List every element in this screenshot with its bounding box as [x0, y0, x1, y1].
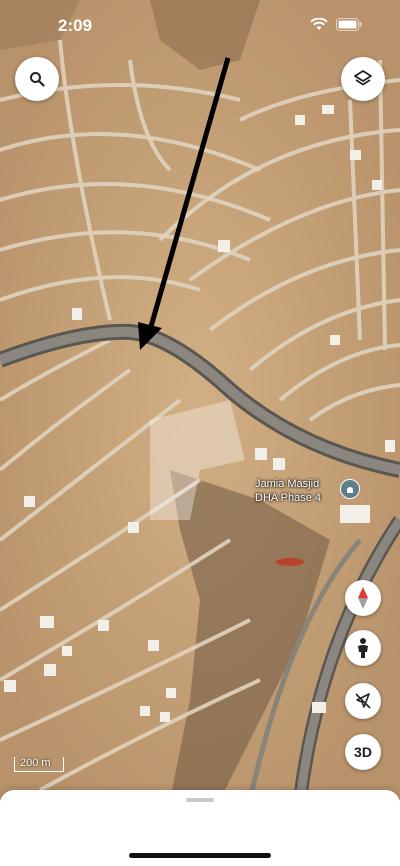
- place-label[interactable]: Jamia Masjid DHA Phase 4: [255, 477, 321, 505]
- search-button[interactable]: [15, 57, 59, 101]
- sheet-drag-handle[interactable]: [186, 798, 214, 802]
- 3d-button[interactable]: 3D: [345, 734, 381, 770]
- satellite-map[interactable]: [0, 0, 400, 800]
- status-icons: [310, 18, 362, 31]
- 3d-label: 3D: [354, 744, 372, 760]
- map-scale-text: 200 m: [20, 757, 51, 769]
- compass-button[interactable]: [345, 580, 381, 616]
- compass-icon: [358, 587, 368, 609]
- layers-icon: [354, 70, 372, 86]
- search-icon: [30, 72, 45, 87]
- street-view-button[interactable]: [345, 630, 381, 666]
- place-label-name: Jamia Masjid: [255, 478, 320, 490]
- map-imagery: [0, 0, 400, 800]
- status-bar: 2:09: [0, 0, 400, 52]
- layers-button[interactable]: [341, 57, 385, 101]
- place-label-area: DHA Phase 4: [255, 492, 322, 504]
- mosque-glyph: [347, 487, 353, 493]
- status-time: 2:09: [58, 16, 93, 35]
- battery-icon: [336, 18, 362, 31]
- home-indicator[interactable]: [129, 853, 271, 858]
- mosque-icon[interactable]: [340, 479, 360, 499]
- pegman-icon: [358, 638, 368, 658]
- location-button[interactable]: [345, 683, 381, 719]
- location-off-icon: [355, 693, 371, 709]
- wifi-icon: [310, 18, 328, 30]
